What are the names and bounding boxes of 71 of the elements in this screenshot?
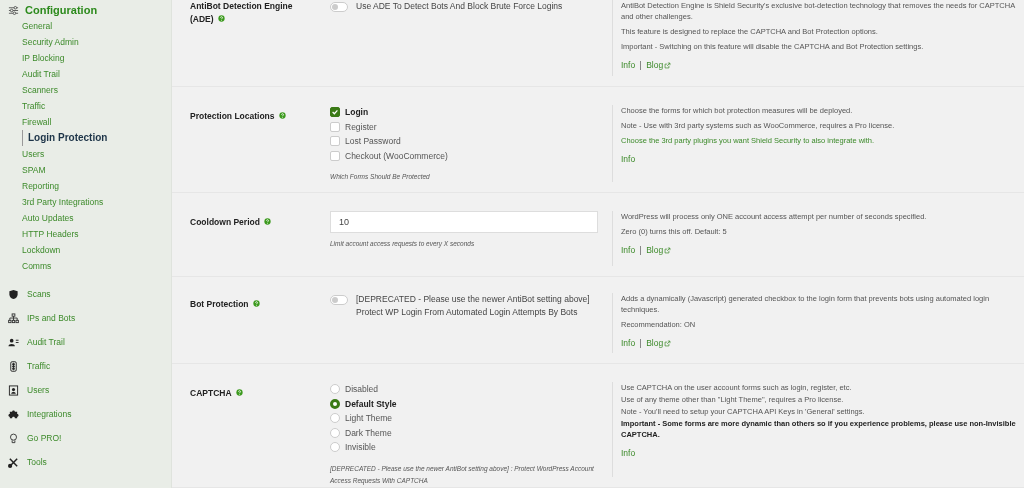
sidebar-item[interactable]: Auto Updates [0,210,74,226]
sidebar-item[interactable]: Reporting [0,178,59,194]
toggle-switch[interactable] [330,295,348,305]
radio-label: Default Style [345,398,397,409]
external-link-icon [664,246,672,254]
sidebar-section-link[interactable]: Tools [27,457,47,467]
checkbox[interactable] [330,107,340,118]
sidebar-item[interactable]: SPAM [0,162,46,178]
traffic-icon [8,360,19,372]
setting-title: Cooldown Period [190,216,271,229]
puzzle-icon [8,408,19,420]
sidebar-item[interactable]: Firewall [0,114,52,130]
bulb-icon [8,432,19,444]
setting-title: Protection Locations [190,110,286,123]
sidebar-item[interactable]: Lockdown [0,242,61,258]
help-icon[interactable] [217,15,225,22]
info-link[interactable]: Info [621,245,636,255]
sidebar-item[interactable]: Traffic [0,98,46,114]
radio-label: Dark Theme [345,427,392,438]
info-link[interactable]: Blog [646,338,672,348]
sidebar-item[interactable]: General [0,18,53,34]
help-icon[interactable] [252,300,260,307]
setting-title: Bot Protection [190,298,260,311]
sidebar-section-link[interactable]: Users [27,385,50,395]
info-link[interactable]: Info [621,154,636,164]
shield-icon [8,288,19,300]
sidebar-item[interactable]: Comms [0,258,52,274]
sidebar-section-link[interactable]: Go PRO! [27,433,62,443]
network-icon [8,312,19,324]
radio-label: Disabled [345,384,379,395]
sidebar-item[interactable]: HTTP Headers [0,226,79,242]
sidebar-section-link[interactable]: IPs and Bots [27,313,76,323]
info-link[interactable]: Blog [646,245,672,255]
sidebar-item[interactable]: Users [0,146,45,162]
help-icon[interactable] [278,112,286,119]
sidebar-section-link[interactable]: Integrations [27,409,72,419]
toggle-label: Use ADE To Detect Bots And Block Brute Force Logins [356,0,563,13]
help-icon[interactable] [235,389,243,396]
sidebar-heading[interactable]: Configuration [25,4,98,16]
radio-label: Invisible [345,442,376,453]
sidebar-section-link[interactable]: Audit Trail [27,337,65,347]
sidebar-item[interactable]: Scanners [0,82,58,98]
number-field[interactable]: 10 [330,211,598,233]
external-link-icon [664,61,672,69]
info-link[interactable]: Info [621,60,636,70]
checkbox-label: Register [345,121,377,132]
setting-title: AntiBot Detection Engine (ADE) [190,0,294,26]
toggle-label: [DEPRECATED - Please use the newer AntiBot setting above] Protect WP Login From Automated Login Attempts By Bots [356,293,591,319]
checkbox-label: Lost Password [345,136,401,147]
info-link[interactable]: Info [621,338,636,348]
info-link[interactable]: Blog [646,60,672,70]
sidebar-item[interactable]: Audit Trail [0,66,60,82]
sliders-icon [8,4,19,16]
checkbox-label: Checkout (WooCommerce) [345,150,448,161]
info-link[interactable]: Info [621,448,636,458]
sidebar-section-link[interactable]: Scans [27,289,51,299]
sidebar-item[interactable]: 3rd Party Integrations [0,194,104,210]
setting-title: CAPTCHA [190,387,243,400]
radio-button[interactable] [330,398,340,409]
sidebar-item[interactable]: Login Protection [22,130,108,146]
user-card-icon [8,336,19,348]
sidebar-item[interactable]: IP Blocking [0,50,65,66]
checkbox-label: Login [345,107,369,118]
external-link-icon [664,339,672,347]
tools-icon [8,456,19,468]
radio-label: Light Theme [345,413,393,424]
sidebar-section-link[interactable]: Traffic [27,361,51,371]
toggle-switch[interactable] [330,2,348,12]
user-icon [8,384,19,396]
help-icon[interactable] [263,218,271,225]
sidebar-item[interactable]: Security Admin [0,34,79,50]
